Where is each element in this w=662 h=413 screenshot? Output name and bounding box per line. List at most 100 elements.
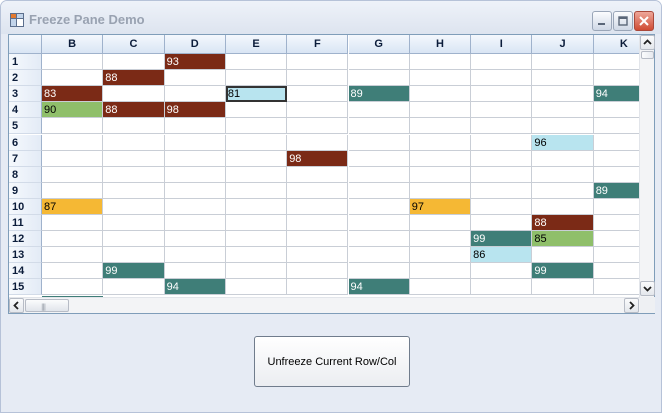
grid-cell[interactable] bbox=[471, 215, 533, 231]
grid-cell[interactable] bbox=[103, 247, 165, 264]
grid-cell-k3[interactable]: 94 bbox=[593, 86, 640, 103]
grid-cell[interactable] bbox=[532, 166, 594, 183]
grid-cell[interactable] bbox=[409, 279, 472, 296]
scroll-left-button[interactable] bbox=[9, 298, 24, 313]
grid-cell[interactable] bbox=[532, 102, 594, 119]
grid-cell[interactable] bbox=[532, 54, 594, 70]
grid-cell[interactable] bbox=[471, 118, 533, 135]
grid-corner[interactable] bbox=[9, 35, 42, 54]
grid-cell-k9[interactable]: 89 bbox=[593, 182, 640, 199]
grid-cell[interactable] bbox=[287, 263, 349, 280]
grid-cell[interactable] bbox=[593, 102, 640, 119]
grid-cell-g3[interactable]: 89 bbox=[348, 86, 410, 103]
grid-cell[interactable] bbox=[409, 231, 472, 248]
grid-cell[interactable] bbox=[409, 70, 472, 87]
row-header-13[interactable]: 13 bbox=[9, 247, 42, 264]
grid-cell[interactable] bbox=[225, 247, 288, 264]
grid-cell-d15[interactable]: 94 bbox=[164, 279, 226, 296]
grid-cell[interactable] bbox=[471, 86, 533, 103]
grid-cell[interactable] bbox=[287, 182, 349, 199]
grid-cell[interactable] bbox=[409, 150, 472, 167]
grid-cell[interactable] bbox=[409, 86, 472, 103]
grid-cell-c4[interactable]: 88 bbox=[103, 102, 165, 119]
column-header-b[interactable]: B bbox=[42, 35, 104, 54]
grid-cell[interactable] bbox=[42, 263, 104, 280]
grid-cell[interactable] bbox=[103, 279, 165, 296]
grid-cell[interactable] bbox=[287, 231, 349, 248]
grid-cell[interactable] bbox=[225, 198, 288, 215]
grid-cell[interactable] bbox=[532, 86, 594, 103]
row-header-4[interactable]: 4 bbox=[9, 102, 42, 119]
grid-cell[interactable] bbox=[164, 134, 226, 151]
row-header-8[interactable]: 8 bbox=[9, 166, 42, 183]
grid-cell[interactable] bbox=[593, 247, 640, 264]
grid-cell[interactable] bbox=[532, 70, 594, 87]
close-button[interactable] bbox=[634, 11, 654, 31]
minimize-button[interactable] bbox=[592, 11, 612, 31]
grid-cell[interactable] bbox=[532, 247, 594, 264]
grid-cell[interactable] bbox=[164, 86, 226, 103]
grid-cell[interactable] bbox=[409, 263, 472, 280]
grid-cell[interactable] bbox=[225, 70, 288, 87]
title-bar[interactable]: Freeze Pane Demo bbox=[1, 1, 661, 34]
grid-cell[interactable] bbox=[409, 182, 472, 199]
grid-cell-b3[interactable]: 83 bbox=[42, 86, 104, 103]
maximize-button[interactable] bbox=[613, 11, 633, 31]
grid-cell[interactable] bbox=[103, 231, 165, 248]
column-header-d[interactable]: D bbox=[164, 35, 226, 54]
row-header-10[interactable]: 10 bbox=[9, 198, 42, 215]
grid-cell-g15[interactable]: 94 bbox=[348, 279, 410, 296]
scroll-up-button[interactable] bbox=[640, 35, 655, 50]
horizontal-scrollbar[interactable]: ||| bbox=[9, 297, 640, 313]
grid-cell[interactable] bbox=[287, 134, 349, 151]
grid-cell[interactable] bbox=[348, 263, 410, 280]
grid-cell[interactable] bbox=[225, 166, 288, 183]
grid-cell[interactable] bbox=[42, 70, 104, 87]
grid-cell[interactable] bbox=[409, 166, 472, 183]
column-header-f[interactable]: F bbox=[287, 35, 349, 54]
grid-cell[interactable] bbox=[164, 150, 226, 167]
grid-cell-j14[interactable]: 99 bbox=[532, 263, 594, 280]
grid-cell[interactable] bbox=[348, 198, 410, 215]
grid-cell[interactable] bbox=[164, 263, 226, 280]
column-header-j[interactable]: J bbox=[532, 35, 594, 54]
grid-cell[interactable] bbox=[225, 279, 288, 296]
grid-cell[interactable] bbox=[409, 215, 472, 231]
grid-cell[interactable] bbox=[225, 102, 288, 119]
grid-cell[interactable] bbox=[103, 118, 165, 135]
grid-cell[interactable] bbox=[471, 150, 533, 167]
grid-cell[interactable] bbox=[593, 54, 640, 70]
column-header-e[interactable]: E bbox=[225, 35, 288, 54]
grid-cell[interactable] bbox=[471, 263, 533, 280]
grid-cell[interactable] bbox=[164, 118, 226, 135]
grid-cell[interactable] bbox=[225, 150, 288, 167]
grid-cell[interactable] bbox=[348, 134, 410, 151]
grid-cell-e3[interactable]: 81 bbox=[225, 86, 288, 103]
grid-cell[interactable] bbox=[103, 215, 165, 231]
grid-cell[interactable] bbox=[225, 215, 288, 231]
row-header-12[interactable]: 12 bbox=[9, 231, 42, 248]
grid-cell[interactable] bbox=[164, 231, 226, 248]
grid-cell[interactable] bbox=[103, 198, 165, 215]
grid-cell[interactable] bbox=[164, 182, 226, 199]
grid-cell[interactable] bbox=[532, 198, 594, 215]
grid-cell[interactable] bbox=[348, 231, 410, 248]
grid-cell[interactable] bbox=[42, 231, 104, 248]
grid-cell-i12[interactable]: 99 bbox=[471, 231, 533, 248]
grid-cell[interactable] bbox=[593, 70, 640, 87]
grid-cell[interactable] bbox=[348, 182, 410, 199]
column-header-i[interactable]: I bbox=[471, 35, 533, 54]
grid-cell[interactable] bbox=[287, 279, 349, 296]
column-header-k[interactable]: K bbox=[593, 35, 640, 54]
grid-cell[interactable] bbox=[593, 263, 640, 280]
grid-cell-j12[interactable]: 85 bbox=[532, 231, 594, 248]
grid-cell[interactable] bbox=[348, 70, 410, 87]
row-header-9[interactable]: 9 bbox=[9, 182, 42, 199]
grid-cell[interactable] bbox=[471, 182, 533, 199]
row-header-11[interactable]: 11 bbox=[9, 215, 42, 231]
column-header-g[interactable]: G bbox=[348, 35, 410, 54]
grid-cell[interactable] bbox=[409, 102, 472, 119]
horizontal-scroll-thumb[interactable]: ||| bbox=[25, 299, 69, 312]
grid-cell[interactable] bbox=[42, 247, 104, 264]
grid-cell[interactable] bbox=[348, 54, 410, 70]
